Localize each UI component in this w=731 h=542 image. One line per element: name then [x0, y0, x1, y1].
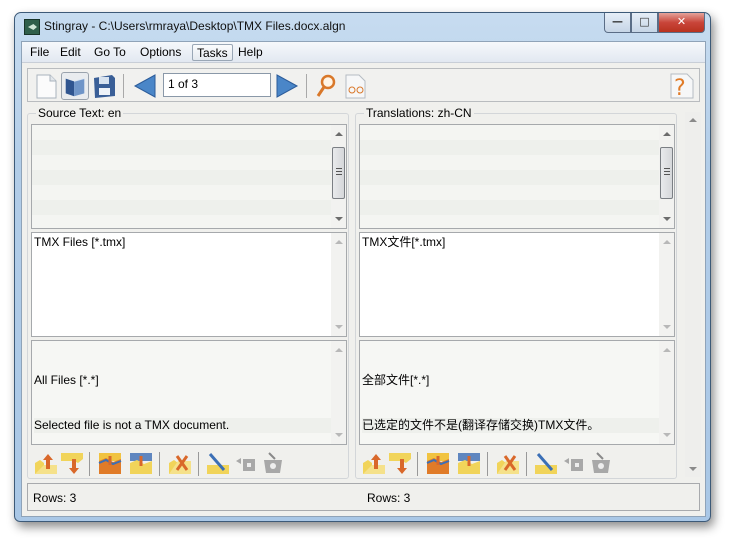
source-row-2-text[interactable]: TMX Files [*.tmx]: [34, 235, 125, 250]
main-toolbar: 1 of 3 ?: [27, 68, 700, 102]
scroll-thumb[interactable]: [660, 147, 673, 199]
menu-tasks[interactable]: Tasks: [192, 44, 233, 61]
target-row-2-scrollbar[interactable]: [659, 233, 674, 336]
merge-next-icon[interactable]: [426, 451, 450, 475]
target-row-3-scrollbar[interactable]: [659, 341, 674, 444]
target-row-3[interactable]: 全部文件[*.*] 已选定的文件不是(翻译存储交换)TMX文件。: [359, 340, 675, 445]
preview-glasses-icon[interactable]: [341, 72, 369, 100]
target-row-1-scrollbar[interactable]: [659, 125, 674, 228]
toolbar-separator: [123, 74, 124, 98]
main-vertical-scrollbar[interactable]: [685, 112, 701, 477]
next-arrow-icon[interactable]: [273, 72, 301, 100]
source-row-2[interactable]: TMX Files [*.tmx]: [31, 232, 347, 337]
source-row-count: Rows: 3: [33, 491, 77, 505]
remove-tags-icon[interactable]: [261, 451, 285, 475]
menu-file[interactable]: File: [26, 44, 53, 61]
status-bar: Rows: 3 Rows: 3: [27, 483, 700, 511]
source-row-3-line-1[interactable]: All Files [*.*]: [34, 373, 332, 388]
source-row-1[interactable]: [31, 124, 347, 229]
previous-arrow-icon[interactable]: [131, 72, 159, 100]
source-text-label: Source Text: en: [36, 106, 124, 120]
move-up-icon[interactable]: [34, 451, 58, 475]
move-up-icon[interactable]: [362, 451, 386, 475]
source-row-3-scrollbar[interactable]: [331, 341, 346, 444]
maximize-button[interactable]: □: [631, 13, 658, 33]
find-magnifier-icon[interactable]: [312, 72, 340, 100]
menu-help[interactable]: Help: [234, 44, 267, 61]
copy-source-icon[interactable]: [562, 451, 586, 475]
close-button[interactable]: ✕: [658, 13, 705, 33]
split-icon[interactable]: [129, 451, 153, 475]
remove-tags-icon[interactable]: [589, 451, 613, 475]
target-segment-toolbar: [356, 447, 676, 479]
minimize-icon: —: [612, 15, 623, 28]
source-row-3[interactable]: All Files [*.*] Selected file is not a T…: [31, 340, 347, 445]
maximize-icon: □: [639, 15, 650, 28]
page-indicator-field[interactable]: 1 of 3: [163, 73, 271, 97]
close-icon: ✕: [676, 15, 687, 28]
source-row-1-scrollbar[interactable]: [331, 125, 346, 228]
edit-pencil-icon[interactable]: [206, 451, 230, 475]
menu-go-to[interactable]: Go To: [90, 44, 130, 61]
delete-icon[interactable]: [496, 451, 520, 475]
source-segment-toolbar: [28, 447, 348, 479]
toolbar-separator: [306, 74, 307, 98]
source-text-group: Source Text: en TMX Files [*.tmx] All Fi…: [27, 106, 349, 479]
menu-edit[interactable]: Edit: [56, 44, 85, 61]
source-row-3-line-2[interactable]: Selected file is not a TMX document.: [34, 418, 332, 433]
menu-options[interactable]: Options: [136, 44, 185, 61]
help-icon[interactable]: ?: [668, 72, 696, 100]
source-row-2-scrollbar[interactable]: [331, 233, 346, 336]
client-area: File Edit Go To Options Tasks Help 1 of …: [21, 41, 706, 517]
svg-text:?: ?: [674, 76, 686, 100]
target-row-2-text[interactable]: TMX文件[*.tmx]: [362, 235, 445, 250]
new-document-icon[interactable]: [32, 72, 60, 100]
title-bar[interactable]: Stingray - C:\Users\rmraya\Desktop\TMX F…: [15, 13, 710, 41]
application-window: Stingray - C:\Users\rmraya\Desktop\TMX F…: [14, 12, 711, 522]
open-folder-icon[interactable]: [61, 72, 89, 100]
scroll-up-arrow-icon[interactable]: [689, 118, 697, 122]
merge-next-icon[interactable]: [98, 451, 122, 475]
stingray-app-icon[interactable]: [24, 19, 40, 35]
target-row-3-line-2[interactable]: 已选定的文件不是(翻译存储交换)TMX文件。: [362, 418, 660, 433]
target-row-1[interactable]: [359, 124, 675, 229]
target-row-2[interactable]: TMX文件[*.tmx]: [359, 232, 675, 337]
minimize-button[interactable]: —: [604, 13, 631, 33]
target-row-3-line-1[interactable]: 全部文件[*.*]: [362, 373, 660, 388]
move-down-icon[interactable]: [60, 451, 84, 475]
move-down-icon[interactable]: [388, 451, 412, 475]
translations-group: Translations: zh-CN TMX文件[*.tmx] 全部文件[*.…: [355, 106, 677, 479]
target-row-count: Rows: 3: [367, 491, 411, 505]
split-icon[interactable]: [457, 451, 481, 475]
translations-label: Translations: zh-CN: [364, 106, 474, 120]
scroll-down-arrow-icon[interactable]: [689, 467, 697, 471]
scroll-thumb[interactable]: [332, 147, 345, 199]
menu-bar: File Edit Go To Options Tasks Help: [22, 42, 705, 63]
copy-source-icon[interactable]: [234, 451, 258, 475]
edit-pencil-icon[interactable]: [534, 451, 558, 475]
save-icon[interactable]: [90, 72, 118, 100]
window-title: Stingray - C:\Users\rmraya\Desktop\TMX F…: [44, 19, 346, 33]
delete-icon[interactable]: [168, 451, 192, 475]
